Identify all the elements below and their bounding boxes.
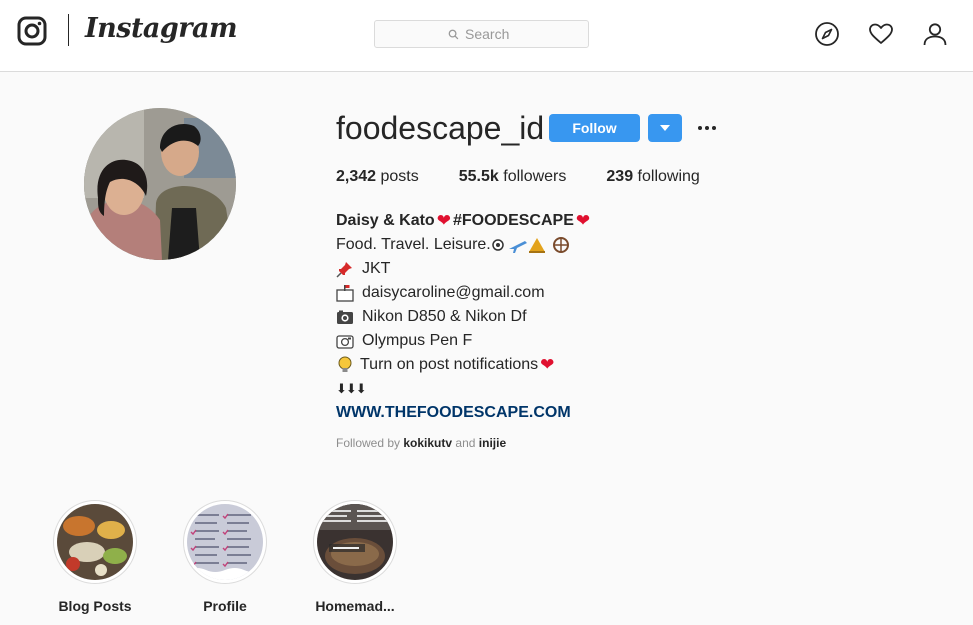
travel-emoji-icons [492, 237, 569, 253]
highlight-label: Homemad... [315, 598, 395, 614]
activity-heart-icon[interactable] [868, 21, 894, 47]
profile-person-icon[interactable] [922, 21, 948, 47]
following-label: following [637, 168, 700, 185]
red-heart-icon: ❤ [436, 211, 451, 230]
camera-icon [336, 335, 354, 349]
followed-by-prefix: Followed by [336, 436, 401, 450]
explore-compass-icon[interactable] [814, 21, 840, 47]
more-dot-icon [705, 126, 709, 130]
bio-email: daisycaroline@gmail.com [362, 284, 545, 301]
bio-website-line: WWW.THEFOODESCAPE.COM [336, 401, 592, 425]
bio-location: JKT [362, 260, 391, 277]
bio-name-line: Daisy & Kato ❤ #FOODESCAPE ❤ [336, 209, 592, 233]
more-dot-icon [698, 126, 702, 130]
highlight-label: Blog Posts [58, 598, 132, 614]
bio-tagline-line: Food. Travel. Leisure. [336, 233, 592, 257]
full-name: Daisy & Kato [336, 212, 435, 229]
following-stat[interactable]: 239 following [606, 168, 699, 186]
red-heart-icon: ❤ [575, 211, 591, 230]
following-count: 239 [606, 168, 634, 185]
highlight-cover-image [187, 504, 263, 580]
followers-stat[interactable]: 55.5k followers [459, 168, 567, 186]
pushpin-icon [336, 262, 352, 278]
followers-label: followers [503, 168, 567, 185]
highlight-ring [313, 500, 397, 584]
suggested-accounts-dropdown-button[interactable] [648, 114, 682, 142]
followed-by-user-2[interactable]: inijie [479, 436, 506, 450]
bio-notifications-line: Turn on post notifications ❤ [336, 353, 592, 377]
highlight-ring [53, 500, 137, 584]
highlight-cover-image [57, 504, 133, 580]
search-icon [448, 29, 459, 39]
camera-icon [337, 310, 353, 324]
instagram-wordmark[interactable]: Instagram [85, 13, 238, 44]
more-dot-icon [712, 126, 716, 130]
followed-by-user-1[interactable]: kokikutv [403, 436, 452, 450]
story-highlight-profile[interactable]: Profile [180, 500, 270, 614]
story-highlight-blog-posts[interactable]: Blog Posts [50, 500, 140, 614]
profile-avatar[interactable] [84, 108, 236, 260]
posts-label: posts [380, 168, 419, 185]
posts-stat: 2,342 posts [336, 168, 419, 186]
search-box[interactable] [374, 20, 589, 48]
mailbox-icon [336, 285, 354, 302]
more-options-button[interactable] [695, 114, 719, 142]
profile-bio: Daisy & Kato ❤ #FOODESCAPE ❤ Food. Trave… [336, 209, 592, 425]
highlight-cover-image [317, 504, 393, 580]
search-input[interactable] [465, 26, 515, 42]
name-hashtag: #FOODESCAPE [452, 212, 574, 229]
story-highlight-homemade[interactable]: Homemad... [310, 500, 400, 614]
bio-email-line: daisycaroline@gmail.com [336, 281, 592, 305]
follow-button[interactable]: Follow [549, 114, 640, 142]
bio-camera2-line: Olympus Pen F [336, 329, 592, 353]
bio-arrows-line: ⬇⬇⬇ [336, 377, 592, 401]
lightbulb-icon [338, 356, 352, 372]
red-heart-icon: ❤ [540, 355, 555, 374]
instagram-logo-icon[interactable] [17, 16, 47, 46]
bio-camera-1: Nikon D850 & Nikon Df [362, 308, 527, 325]
posts-count: 2,342 [336, 168, 377, 185]
bio-tagline: Food. Travel. Leisure. [336, 236, 491, 253]
highlight-ring [183, 500, 267, 584]
nav-divider [68, 14, 69, 46]
chevron-down-icon [660, 125, 670, 131]
down-arrows-icon: ⬇⬇⬇ [336, 381, 367, 396]
website-link[interactable]: WWW.THEFOODESCAPE.COM [336, 401, 571, 425]
profile-stats: 2,342 posts 55.5k followers 239 followin… [336, 168, 740, 186]
top-navigation-bar: Instagram [0, 0, 973, 72]
bio-location-line: JKT [336, 257, 592, 281]
followed-by-conjunction: and [455, 436, 476, 450]
bio-camera1-line: Nikon D850 & Nikon Df [336, 305, 592, 329]
followed-by-text: Followed by kokikutv and inijie [336, 436, 506, 450]
bio-notifications: Turn on post notifications [360, 356, 539, 373]
profile-username: foodescape_id [336, 110, 545, 146]
followers-count: 55.5k [458, 168, 499, 185]
bio-camera-2: Olympus Pen F [362, 332, 473, 349]
highlight-label: Profile [203, 598, 247, 614]
